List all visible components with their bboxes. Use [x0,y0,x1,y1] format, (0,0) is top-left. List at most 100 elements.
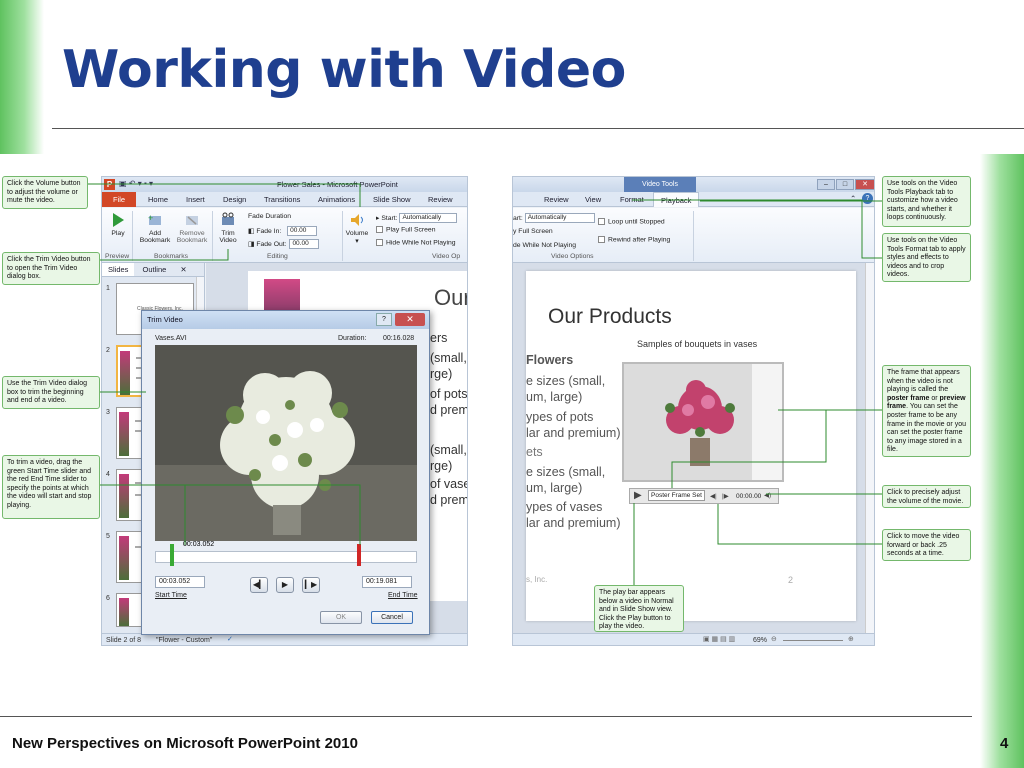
trim-video-button[interactable]: Trim Video [215,212,241,244]
checkbox[interactable] [376,239,383,246]
bouquet-image [155,345,417,541]
tab-review[interactable]: Review [428,195,453,204]
start-row: ▸ Start: Automatically [376,213,458,223]
fade-out-spinner[interactable]: 00.00 [289,239,320,249]
start-time-slider-handle[interactable] [170,544,174,566]
duration-label: Duration: [338,335,367,342]
play-bar-volume-icon[interactable]: ◀) [764,491,771,499]
tab-review[interactable]: Review [544,195,569,204]
callout-volume: Click the Volume button to adjust the vo… [2,176,88,209]
start-time-input[interactable]: 00:03.052 [155,576,205,588]
window-title: Flower Sales - Microsoft PowerPoint [277,180,398,189]
tab-view[interactable]: View [585,195,601,204]
duration-value: 00:16.028 [383,335,415,342]
play-bar-play-button[interactable]: ▶ [634,490,642,501]
quick-access-icons[interactable]: ▣ ↶ ▾ ▪ ▾ [119,179,153,188]
poster-frame-image [624,364,782,480]
slide-heading: Our Products [548,305,672,328]
fade-in-spinner[interactable]: 00.00 [287,226,318,236]
hide-while-not-playing-option[interactable]: Hide While Not Playing [376,239,456,246]
ribbon: Play Preview + Add Bookmark Remove Bookm… [102,208,467,263]
move-back-icon[interactable]: ◀| [710,492,717,500]
zoom-slider[interactable] [783,640,843,641]
zoom-in-icon[interactable]: ⊕ [848,635,854,643]
video-poster-frame[interactable] [622,362,784,482]
play-full-screen-option[interactable]: Play Full Screen [376,226,436,233]
fade-in-row: ◧ Fade In: 00.00 [248,226,318,236]
previous-frame-button[interactable]: ◀▎ [250,577,268,593]
help-icon[interactable]: ? [376,313,392,326]
tab-design[interactable]: Design [223,195,246,204]
group-preview: Preview [105,253,130,260]
tab-insert[interactable]: Insert [186,195,205,204]
trim-video-icon [222,212,234,225]
zoom-out-icon[interactable]: ⊖ [771,635,777,643]
previous-frame-icon: ◀▎ [252,580,266,589]
minimize-ribbon-icon[interactable]: ⌃ [850,194,856,203]
checkbox[interactable] [598,236,605,243]
remove-bookmark-button[interactable]: Remove Bookmark [174,212,210,244]
rewind-after-playing-option[interactable]: Rewind after Playing [598,236,670,243]
group-separator [132,211,133,261]
play-button[interactable]: ▶ [276,577,294,593]
view-buttons-icon[interactable]: ▣ ▦ ▤ ▥ [703,635,735,643]
thumb-number: 2 [106,347,110,354]
tab-home[interactable]: Home [148,195,168,204]
ok-button[interactable]: OK [320,611,362,624]
tab-playback[interactable]: Playback [653,192,700,207]
tab-slide-show[interactable]: Slide Show [373,195,411,204]
page-number: 4 [1000,735,1009,752]
volume-button[interactable]: Volume ▾ [344,212,370,245]
move-forward-icon[interactable]: |▶ [722,492,729,500]
thumb-number: 5 [106,533,110,540]
loop-until-stopped-option[interactable]: Loop until Stopped [598,218,665,225]
close-icon[interactable]: ✕ [855,179,874,190]
play-full-screen-option[interactable]: y Full Screen [513,228,553,235]
close-pane-icon[interactable]: ✕ [174,263,192,276]
trim-slider-track[interactable] [155,551,417,563]
thumb-number: 4 [106,471,110,478]
tab-animations[interactable]: Animations [318,195,355,204]
add-bookmark-button[interactable]: + Add Bookmark [137,212,173,244]
group-separator [693,211,694,261]
tab-outline[interactable]: Outline [137,263,173,276]
cancel-button[interactable]: Cancel [371,611,413,624]
end-time-input[interactable]: 00:19.081 [362,576,412,588]
callout-poster-frame: The frame that appears when the video is… [882,365,971,457]
close-icon[interactable]: ✕ [395,313,425,326]
callout-adjust-volume: Click to precisely adjust the volume of … [882,485,971,508]
fade-out-icon: ◨ [248,240,255,248]
checkbox[interactable] [376,226,383,233]
play-bar-time: 00:00.00 [736,493,762,500]
status-bar: ▣ ▦ ▤ ▥ 69% ⊖ ⊕ [513,633,874,645]
vertical-scrollbar[interactable] [865,263,874,633]
tab-slides[interactable]: Slides [102,263,135,276]
footer-divider [0,716,972,717]
next-frame-icon: ▎▶ [304,580,318,589]
tab-format[interactable]: Format [620,195,644,204]
maximize-icon[interactable]: □ [836,179,854,190]
thumb-number: 3 [106,409,110,416]
poster-frame-tooltip: Poster Frame Set [648,490,705,501]
next-frame-button[interactable]: ▎▶ [302,577,320,593]
start-row: art: Automatically [513,213,595,223]
checkbox[interactable] [598,218,605,225]
start-icon: ▸ [376,214,380,222]
end-time-slider-handle[interactable] [357,544,361,566]
start-slider-time: 00:03.052 [183,541,215,548]
minimize-icon[interactable]: – [817,179,835,190]
callout-trim-button: Click the Trim Video button to open the … [2,252,100,285]
left-accent-bar [0,0,44,154]
tab-file[interactable]: File [102,192,136,207]
tab-transitions[interactable]: Transitions [264,195,300,204]
hide-while-not-playing-option[interactable]: de While Not Playing [513,242,576,249]
group-separator [212,211,213,261]
help-icon[interactable]: ? [862,193,873,204]
start-dropdown[interactable]: Automatically [524,213,595,223]
play-icon: ▶ [281,580,289,589]
spelling-check-icon[interactable]: ✓ [227,635,233,643]
play-button[interactable]: Play [108,212,128,237]
start-dropdown[interactable]: Automatically [399,213,458,223]
callout-format-tab: Use tools on the Video Tools Format tab … [882,233,971,282]
group-editing: Editing [267,253,288,260]
